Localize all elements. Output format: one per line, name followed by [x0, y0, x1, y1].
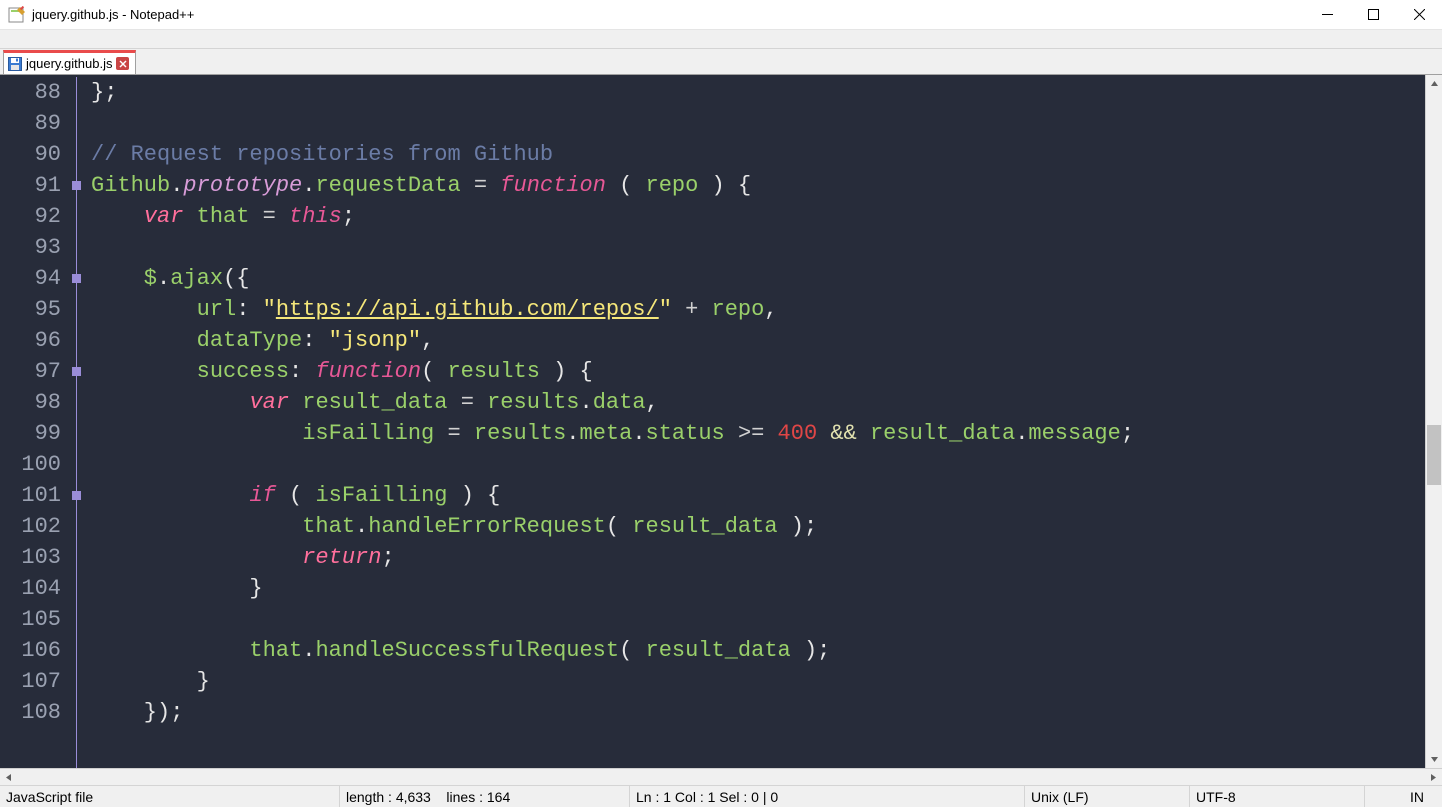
- scroll-right-arrow[interactable]: [1425, 769, 1442, 786]
- scroll-left-arrow[interactable]: [0, 769, 17, 786]
- line-number: 97: [0, 356, 71, 387]
- line-number: 88: [0, 77, 71, 108]
- code-line: Github.prototype.requestData = function …: [91, 170, 1425, 201]
- code-line: success: function( results ) {: [91, 356, 1425, 387]
- scroll-down-arrow[interactable]: [1426, 751, 1442, 768]
- code-line: [91, 232, 1425, 263]
- line-number: 108: [0, 697, 71, 728]
- scroll-up-arrow[interactable]: [1426, 75, 1442, 92]
- hscroll-track[interactable]: [17, 770, 1425, 785]
- code-line: [91, 108, 1425, 139]
- line-number: 104: [0, 573, 71, 604]
- line-number: 94: [0, 263, 71, 294]
- maximize-button[interactable]: [1350, 0, 1396, 29]
- line-number-gutter: 8889909192939495969798991001011021031041…: [0, 75, 71, 768]
- tab-close-button[interactable]: [116, 57, 129, 70]
- tab-filename: jquery.github.js: [26, 56, 112, 71]
- code-line: that.handleSuccessfulRequest( result_dat…: [91, 635, 1425, 666]
- line-number: 91: [0, 170, 71, 201]
- horizontal-scrollbar[interactable]: [0, 768, 1442, 785]
- code-line: var result_data = results.data,: [91, 387, 1425, 418]
- line-number: 93: [0, 232, 71, 263]
- toolbar-area: [0, 30, 1442, 49]
- fold-marker[interactable]: [72, 491, 81, 500]
- line-number: 90: [0, 139, 71, 170]
- save-icon: [8, 57, 22, 71]
- scrollbar-thumb[interactable]: [1427, 425, 1441, 485]
- line-number: 98: [0, 387, 71, 418]
- fold-margin[interactable]: [71, 75, 87, 768]
- app-icon: [8, 6, 26, 24]
- line-number: 100: [0, 449, 71, 480]
- code-line: });: [91, 697, 1425, 728]
- code-line: dataType: "jsonp",: [91, 325, 1425, 356]
- code-line: }: [91, 573, 1425, 604]
- code-line: return;: [91, 542, 1425, 573]
- vertical-scrollbar[interactable]: [1425, 75, 1442, 768]
- code-line: if ( isFailling ) {: [91, 480, 1425, 511]
- line-number: 105: [0, 604, 71, 635]
- code-line: [91, 449, 1425, 480]
- close-button[interactable]: [1396, 0, 1442, 29]
- code-line: $.ajax({: [91, 263, 1425, 294]
- code-line: };: [91, 77, 1425, 108]
- line-number: 103: [0, 542, 71, 573]
- line-number: 99: [0, 418, 71, 449]
- code-line: var that = this;: [91, 201, 1425, 232]
- code-line: }: [91, 666, 1425, 697]
- code-line: [91, 604, 1425, 635]
- line-number: 106: [0, 635, 71, 666]
- code-line: that.handleErrorRequest( result_data );: [91, 511, 1425, 542]
- status-bar: JavaScript file length : 4,633 lines : 1…: [0, 785, 1442, 807]
- code-line: url: "https://api.github.com/repos/" + r…: [91, 294, 1425, 325]
- line-number: 96: [0, 325, 71, 356]
- code-area[interactable]: }; // Request repositories from GithubGit…: [87, 75, 1425, 768]
- line-number: 95: [0, 294, 71, 325]
- title-bar: jquery.github.js - Notepad++: [0, 0, 1442, 30]
- tab-bar: jquery.github.js: [0, 49, 1442, 75]
- code-line: isFailling = results.meta.status >= 400 …: [91, 418, 1425, 449]
- window-title: jquery.github.js - Notepad++: [32, 7, 1304, 22]
- line-number: 92: [0, 201, 71, 232]
- line-number: 107: [0, 666, 71, 697]
- line-number: 89: [0, 108, 71, 139]
- fold-marker[interactable]: [72, 274, 81, 283]
- fold-marker[interactable]: [72, 367, 81, 376]
- code-line: // Request repositories from Github: [91, 139, 1425, 170]
- editor[interactable]: 8889909192939495969798991001011021031041…: [0, 75, 1442, 768]
- line-number: 101: [0, 480, 71, 511]
- minimize-button[interactable]: [1304, 0, 1350, 29]
- file-tab[interactable]: jquery.github.js: [3, 50, 136, 74]
- line-number: 102: [0, 511, 71, 542]
- fold-marker[interactable]: [72, 181, 81, 190]
